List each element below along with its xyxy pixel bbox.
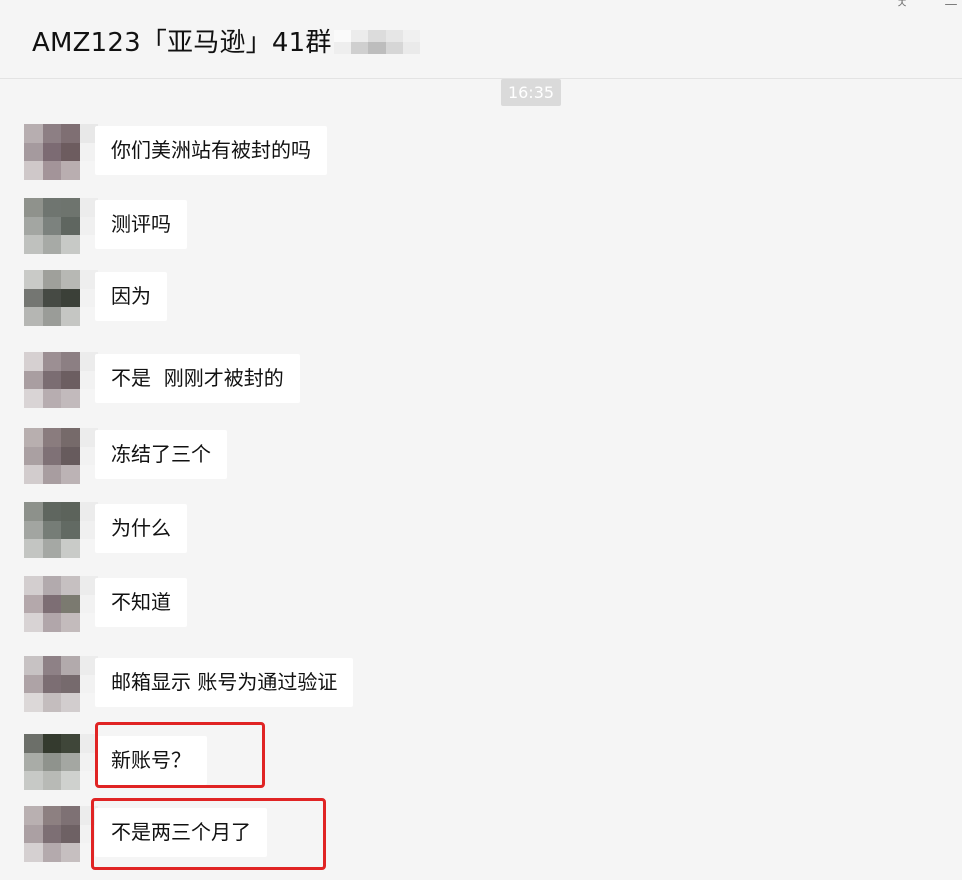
- avatar[interactable]: [24, 502, 98, 558]
- message-bubble[interactable]: 因为: [95, 272, 167, 321]
- chat-window: AMZ123「亚马逊」41群 ㅈ — 16:35 你们美洲站有被封的吗 测评吗: [0, 0, 962, 880]
- avatar[interactable]: [24, 352, 98, 408]
- avatar[interactable]: [24, 576, 98, 632]
- avatar[interactable]: [24, 806, 98, 862]
- avatar[interactable]: [24, 198, 98, 254]
- redacted-title-suffix: [334, 30, 420, 54]
- message-bubble[interactable]: 不是两三个月了: [95, 808, 267, 857]
- avatar[interactable]: [24, 270, 98, 326]
- pin-icon[interactable]: ㅈ: [891, 0, 913, 14]
- message-bubble[interactable]: 为什么: [95, 504, 187, 553]
- avatar[interactable]: [24, 428, 98, 484]
- message-bubble[interactable]: 邮箱显示 账号为通过验证: [95, 658, 354, 707]
- message-bubble[interactable]: 不是 刚刚才被封的: [95, 354, 300, 403]
- message-bubble[interactable]: 测评吗: [95, 200, 187, 249]
- chat-header: AMZ123「亚马逊」41群 ㅈ —: [0, 0, 962, 79]
- message-timestamp: 16:35: [501, 79, 561, 106]
- message-bubble[interactable]: 新账号？: [95, 736, 207, 785]
- message-bubble[interactable]: 你们美洲站有被封的吗: [95, 126, 327, 175]
- chat-title: AMZ123「亚马逊」41群: [32, 28, 332, 58]
- message-bubble[interactable]: 不知道: [95, 578, 187, 627]
- avatar[interactable]: [24, 734, 98, 790]
- message-bubble[interactable]: 冻结了三个: [95, 430, 227, 479]
- minimize-icon[interactable]: —: [940, 0, 962, 14]
- avatar[interactable]: [24, 124, 98, 180]
- avatar[interactable]: [24, 656, 98, 712]
